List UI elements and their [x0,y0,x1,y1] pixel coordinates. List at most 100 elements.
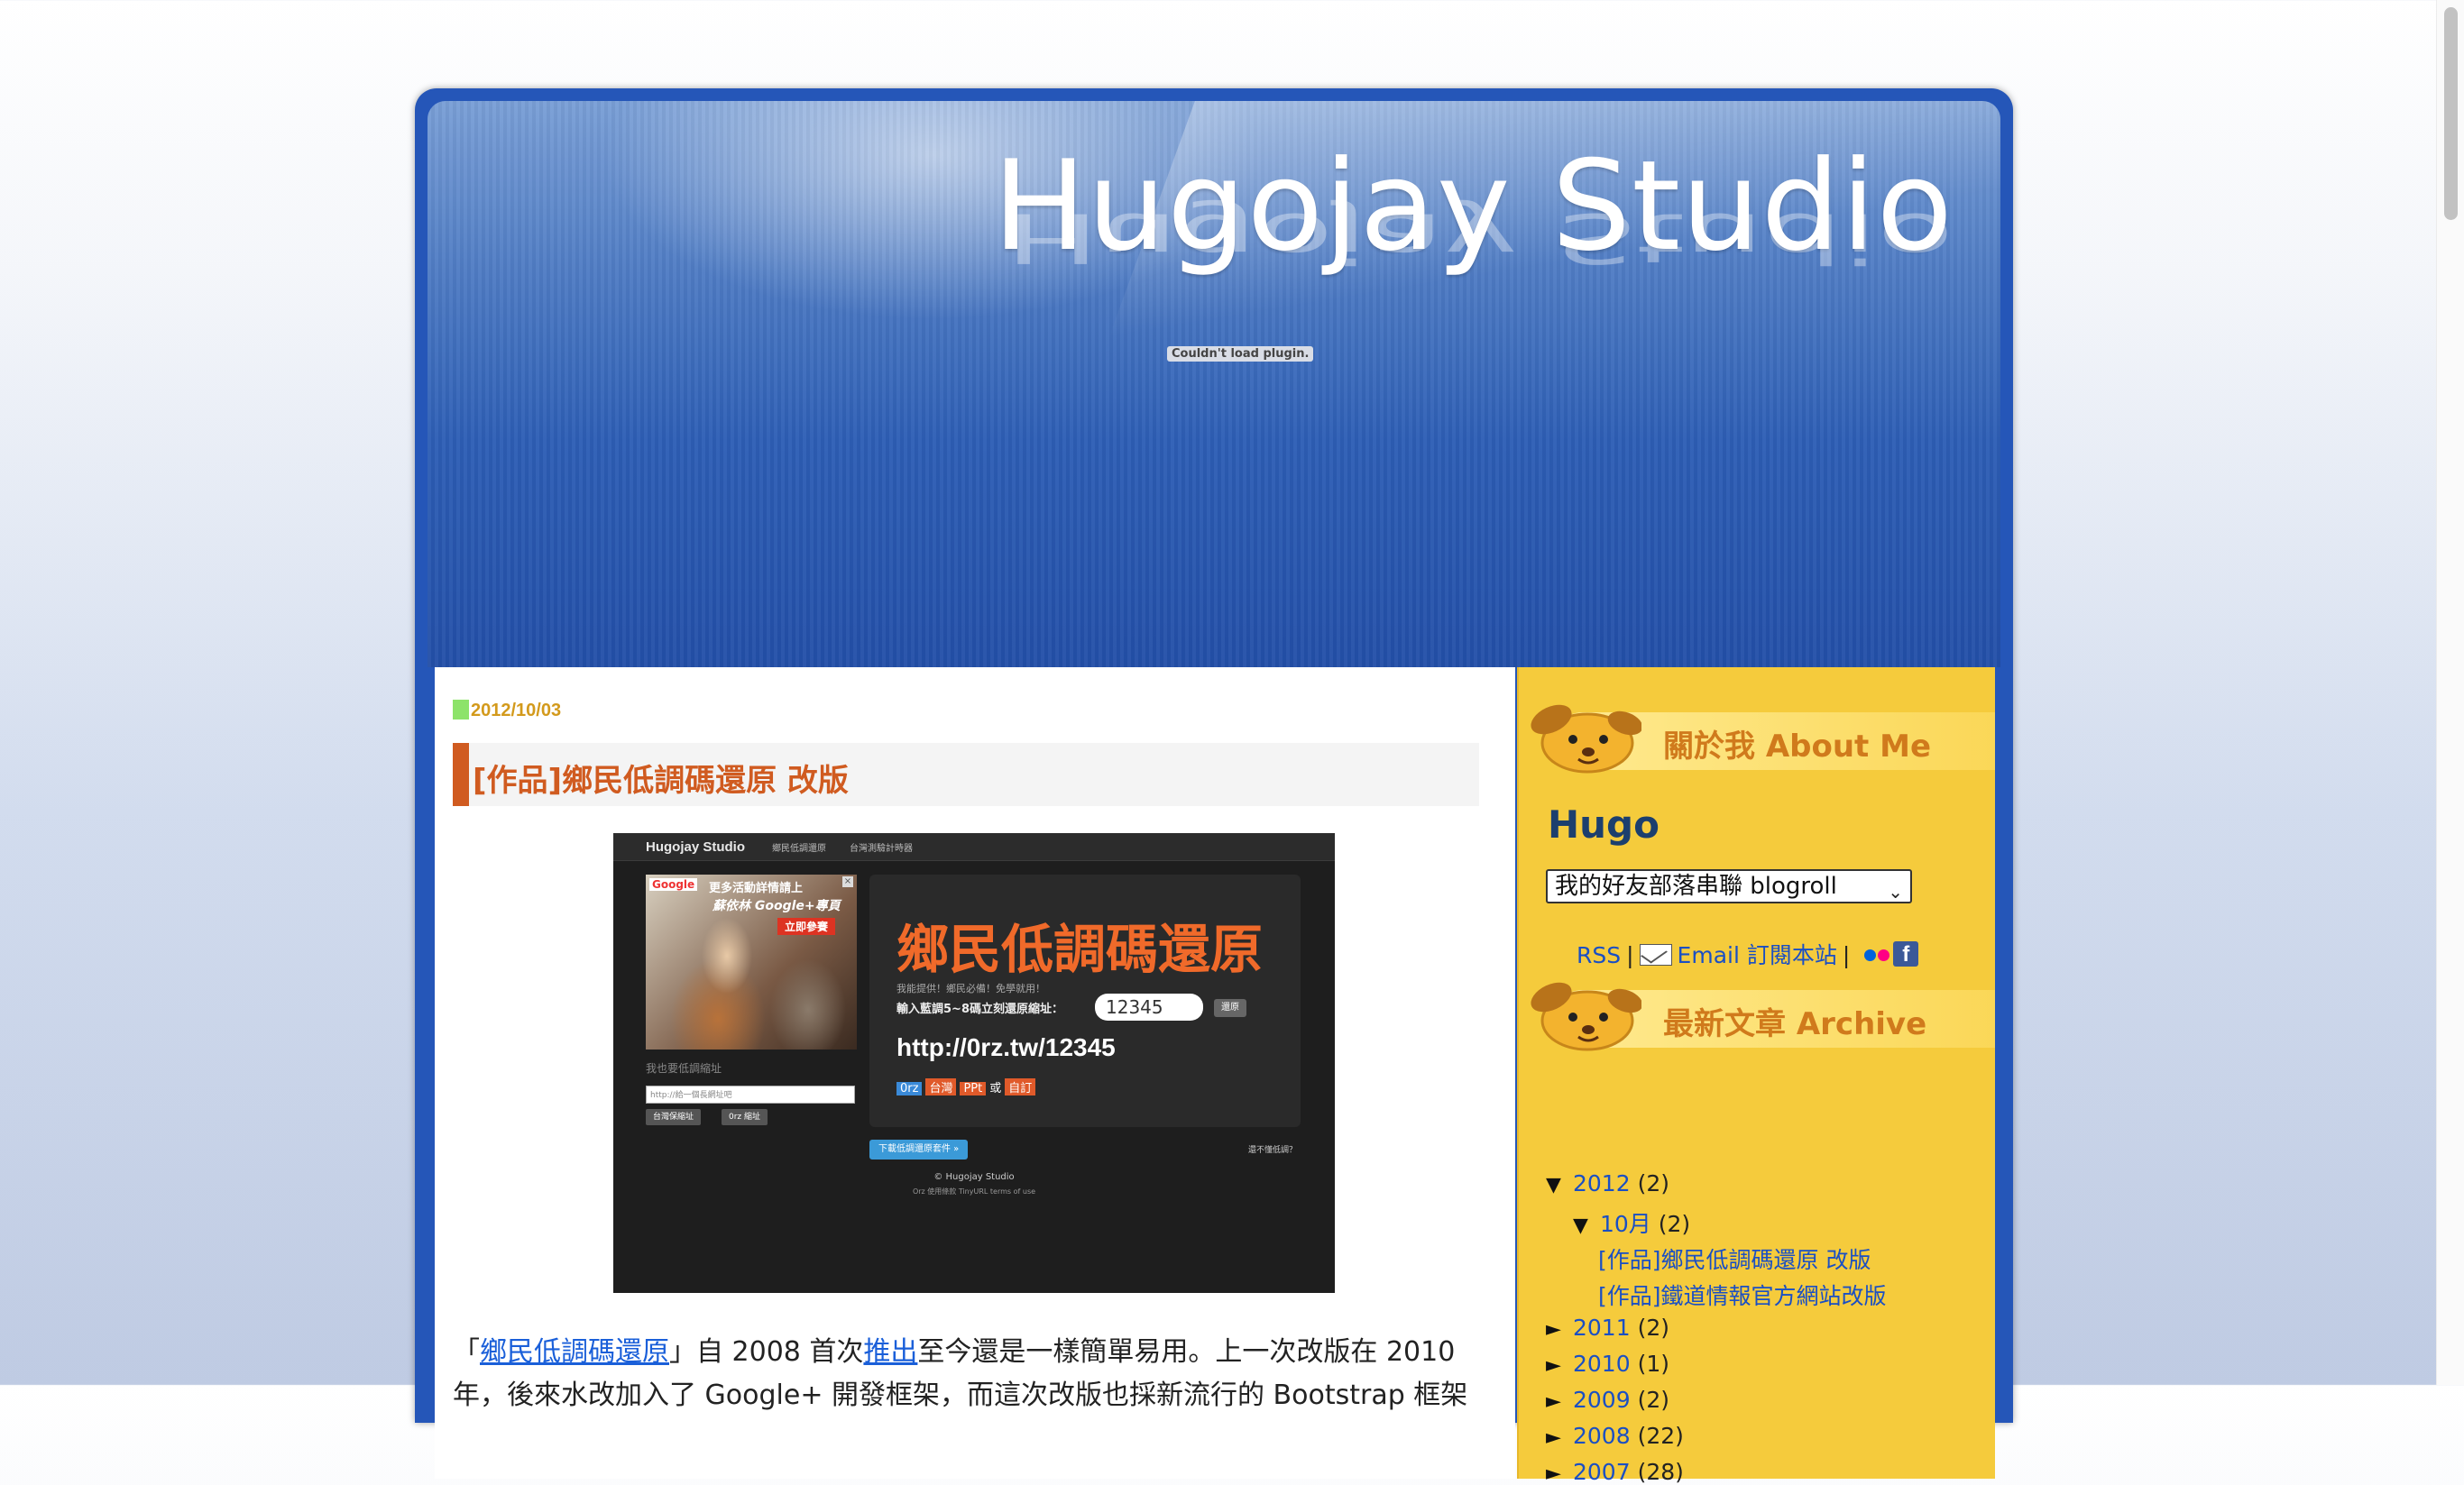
screenshot-panel-button: 還原 [1214,999,1246,1017]
archive-label[interactable]: 2007 [1573,1459,1631,1485]
archive-post-link[interactable]: [作品]鄉民低調碼還原 改版 [1598,1242,1871,1275]
archive-label[interactable]: 2009 [1573,1387,1631,1413]
profile-name[interactable]: Hugo [1548,802,1660,847]
link-separator: | [1842,942,1851,968]
about-widget-title: 關於我 About Me [1663,729,1932,765]
screenshot-label: 我也要低調縮址 [646,1062,722,1075]
archive-item-2012-10[interactable]: ▼ 10月 (2) [1573,1206,1690,1239]
post-link-launch[interactable]: 推出 [863,1336,917,1368]
expand-toggle-icon[interactable]: ► [1546,1426,1573,1449]
screenshot-ad-banner: Google 更多活動詳情請上 蘇依林 Google+專頁 立即參賽 × [646,875,857,1050]
post-body-text: 「 [453,1336,480,1368]
archive-label[interactable]: [作品]鄉民低調碼還原 改版 [1598,1247,1871,1273]
archive-count: (2) [1637,1387,1669,1413]
screenshot-help-link: 還不懂低調？ [1247,1146,1297,1155]
archive-count: (2) [1658,1211,1691,1237]
date-marker-icon [453,700,469,720]
screenshot-tag-text: 或 [989,1082,1002,1095]
expand-toggle-icon[interactable]: ► [1546,1390,1573,1413]
blogroll-select-value: 我的好友部落串聯 blogroll [1555,873,1837,900]
screenshot-button: 0rz 縮址 [722,1109,768,1125]
post-title[interactable]: [作品]鄉民低調碼還原 改版 [473,756,849,800]
screenshot-footer: © Hugojay Studio [933,1172,1015,1182]
chevron-down-icon: ⌄ [1888,881,1903,903]
ad-close-icon: × [842,876,853,887]
archive-count: (1) [1637,1351,1669,1377]
screenshot-tag: 自訂 [1005,1078,1036,1095]
expand-toggle-icon[interactable]: ► [1546,1462,1573,1485]
post-date: 2012/10/03 [453,700,561,721]
archive-label[interactable]: 2012 [1573,1170,1631,1196]
post-body: 「鄉民低調碼還原」自 2008 首次推出至今還是一樣簡單易用。上一次改版在 20… [453,1331,1481,1417]
archive-label[interactable]: 2011 [1573,1315,1631,1341]
post-screenshot-image[interactable]: Hugojay Studio 鄉民低調還原 台灣測驗計時器 Google 更多活… [613,833,1335,1293]
about-widget-header: 關於我 About Me [1519,692,1995,775]
expand-toggle-icon[interactable]: ▼ [1546,1174,1573,1196]
screenshot-panel: 鄉民低調碼還原 我能提供！鄉民必備！免學就用！ 輸入藍調5~8碼立刻還原縮址： … [869,875,1301,1127]
screenshot-button: 台灣保縮址 [646,1109,702,1125]
screenshot-tag: PPt [960,1082,987,1095]
expand-toggle-icon[interactable]: ► [1546,1354,1573,1377]
dog-icon [1531,704,1641,774]
flickr-icon[interactable] [1864,940,1890,967]
screenshot-panel-prompt: 輸入藍調5~8碼立刻還原縮址： [896,1003,1063,1016]
expand-toggle-icon[interactable]: ► [1546,1318,1573,1341]
archive-label[interactable]: 2010 [1573,1351,1631,1377]
facebook-icon[interactable]: f [1893,941,1919,967]
screenshot-navbar: Hugojay Studio 鄉民低調還原 台灣測驗計時器 [613,833,1335,861]
ad-text: 蘇依林 Google+專頁 [713,899,841,913]
screenshot-panel-input: 12345 [1095,994,1203,1021]
screenshot-nav-item: 鄉民低調還原 [772,844,826,854]
archive-item-2011[interactable]: ► 2011 (2) [1546,1315,1669,1341]
email-icon[interactable] [1639,944,1672,966]
dog-icon [1531,982,1641,1051]
archive-label[interactable]: 2008 [1573,1423,1631,1449]
archive-post-link[interactable]: [作品]鐵道情報官方網站改版 [1598,1279,1887,1311]
screenshot-panel-url: http://0rz.tw/12345 [896,1033,1116,1061]
rss-link[interactable]: RSS [1577,942,1621,968]
archive-item-2010[interactable]: ► 2010 (1) [1546,1351,1669,1377]
scrollbar-thumb[interactable] [2444,7,2458,220]
screenshot-panel-subtitle: 我能提供！鄉民必備！免學就用！ [896,983,1045,995]
archive-widget-header: 最新文章 Archive [1519,970,1995,1053]
expand-toggle-icon[interactable]: ▼ [1573,1215,1600,1237]
plugin-error-message: Couldn't load plugin. [1167,346,1314,362]
ad-google-logo: Google [649,878,698,891]
blogroll-select[interactable]: 我的好友部落串聯 blogroll ⌄ [1546,869,1912,903]
archive-count: (2) [1637,1315,1669,1341]
ad-text: 更多活動詳情請上 [709,882,804,895]
archive-item-2007[interactable]: ► 2007 (28) [1546,1459,1684,1485]
link-separator: | [1626,942,1634,968]
screenshot-footer: Orz 使用條款 TinyURL terms of use [912,1187,1036,1196]
screenshot-brand: Hugojay Studio [646,839,745,855]
post-title-accent [453,743,469,806]
blog-header: Hugojay Studio Hugojay Studio Couldn't l… [428,101,2000,667]
sidebar: 關於我 About Me Hugo 我的好友部落串聯 blogroll ⌄ RS… [1517,667,1995,1485]
archive-count: (2) [1637,1170,1669,1196]
page-scrollbar[interactable] [2436,0,2464,1385]
screenshot-panel-tags: 0rz 台灣 PPt 或自訂 [896,1078,1039,1095]
post-title-bar: [作品]鄉民低調碼還原 改版 [453,743,1479,806]
screenshot-panel-title: 鄉民低調碼還原 [896,919,1264,980]
screenshot-download-button: 下載低調還原套件 » [869,1140,969,1160]
screenshot-tag: 台灣 [925,1078,957,1095]
archive-item-2012[interactable]: ▼ 2012 (2) [1546,1170,1669,1196]
screenshot-nav-item: 台灣測驗計時器 [850,844,913,854]
email-subscribe-link[interactable]: Email 訂閱本站 [1678,942,1837,968]
archive-widget-title: 最新文章 Archive [1663,1006,1927,1042]
archive-label[interactable]: [作品]鐵道情報官方網站改版 [1598,1283,1887,1309]
post-date-text: 2012/10/03 [471,701,562,720]
archive-count: (28) [1637,1459,1684,1485]
archive-item-2008[interactable]: ► 2008 (22) [1546,1423,1684,1449]
screenshot-url-input: http://給一個長網址吧 [646,1086,855,1104]
site-title[interactable]: Hugojay Studio [993,133,1954,279]
main-content: 2012/10/03 [作品]鄉民低調碼還原 改版 Hugojay Studio… [435,667,1515,1479]
archive-item-2009[interactable]: ► 2009 (2) [1546,1387,1669,1413]
post-link-0rz[interactable]: 鄉民低調碼還原 [480,1336,669,1368]
subscribe-links: RSS | Email 訂閱本站 | f [1577,938,1919,970]
ad-button: 立即參賽 [777,918,836,935]
screenshot-tag: 0rz [896,1082,923,1095]
archive-label[interactable]: 10月 [1600,1211,1651,1237]
archive-count: (22) [1637,1423,1684,1449]
post-body-text: 」自 2008 首次 [669,1336,864,1368]
